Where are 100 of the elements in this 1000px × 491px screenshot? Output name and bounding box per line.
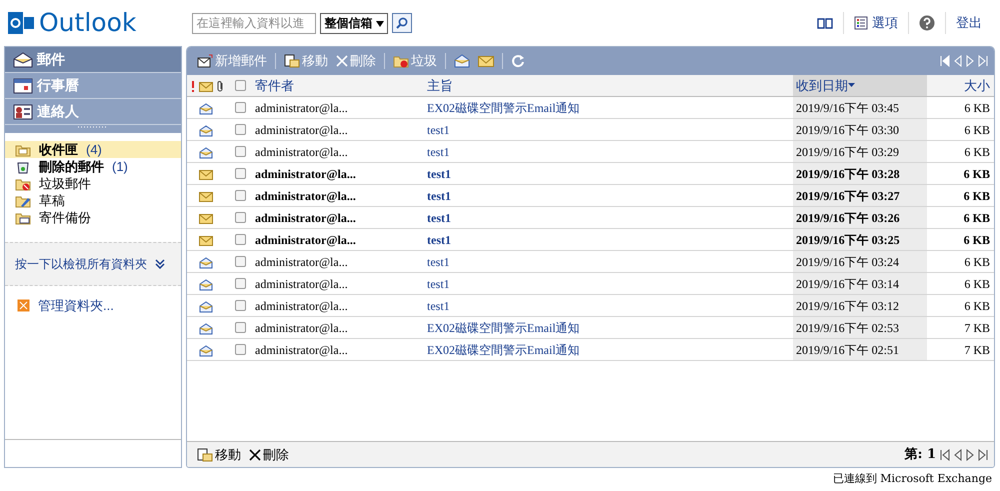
size-cell-text: 6 KB	[963, 100, 991, 116]
column-header[interactable]: 收到日期	[793, 75, 927, 96]
size-cell-text: 6 KB	[962, 188, 991, 204]
row-checkbox[interactable]	[235, 322, 246, 333]
date-cell: 2019/9/16下午 03:28	[793, 163, 927, 184]
subject-link[interactable]: test1	[427, 252, 793, 270]
folder-item[interactable]: 收件匣 (4)	[5, 141, 181, 158]
subject-link[interactable]: test1	[427, 164, 793, 182]
column-header[interactable]: 主旨	[427, 76, 793, 96]
folder-item[interactable]: 垃圾郵件	[5, 175, 181, 192]
row-checkbox[interactable]	[235, 256, 246, 267]
subject-link[interactable]: test1	[427, 296, 793, 314]
sender-cell-text: administrator@la...	[255, 254, 349, 270]
column-header[interactable]: 大小	[927, 76, 994, 96]
select-all-checkbox[interactable]	[235, 80, 246, 91]
search-button[interactable]	[392, 13, 412, 33]
size-cell-text: 6 KB	[962, 232, 991, 248]
date-cell: 2019/9/16下午 03:30	[793, 119, 927, 140]
page-number: 第: 1	[904, 446, 936, 464]
size-cell-text: 6 KB	[963, 254, 991, 270]
envelope-icon[interactable]	[478, 55, 494, 67]
first-page-icon	[940, 448, 950, 460]
double-chevron-icon	[155, 259, 165, 269]
row-checkbox[interactable]	[235, 278, 246, 289]
sign-out-link[interactable]: 登出	[945, 12, 992, 34]
row-checkbox[interactable]	[235, 344, 246, 355]
date-cell: 2019/9/16下午 02:51	[793, 339, 927, 360]
row-checkbox[interactable]	[235, 190, 246, 201]
subject-link[interactable]: test1	[427, 120, 793, 138]
toolbar-button[interactable]: 刪除	[245, 444, 293, 464]
row-checkbox[interactable]	[235, 212, 246, 223]
row-checkbox[interactable]	[235, 300, 246, 311]
sender-cell-text: administrator@la...	[255, 144, 349, 160]
calendar-icon	[13, 78, 33, 94]
previous-page-icon	[954, 55, 962, 67]
delete-icon	[249, 448, 261, 460]
dropdown-caret-icon	[376, 20, 384, 27]
envelope-icon	[13, 52, 33, 68]
sender-cell-text: administrator@la...	[255, 232, 357, 248]
sender-cell-text: administrator@la...	[255, 276, 349, 292]
new-mail-icon	[197, 54, 213, 68]
folder-item[interactable]: 刪除的郵件 (1)	[5, 158, 181, 175]
size-cell-text: 6 KB	[962, 210, 991, 226]
next-page-icon	[966, 55, 974, 67]
sent-folder-icon	[15, 210, 31, 224]
scope-dropdown[interactable]: 整個信箱	[320, 12, 388, 34]
junk-icon	[393, 54, 409, 68]
manage-folders-icon	[17, 299, 30, 312]
help-icon[interactable]	[919, 15, 935, 31]
last-page-icon	[978, 448, 988, 460]
sender-cell-text: administrator@la...	[255, 188, 357, 204]
importance-icon	[191, 80, 195, 92]
subject-link[interactable]: test1	[427, 274, 793, 292]
sender-cell-text: administrator@la...	[255, 298, 349, 314]
book-icon[interactable]	[817, 17, 833, 29]
subject-link[interactable]: test1	[427, 230, 793, 248]
subject-link[interactable]: EX02磁碟空間警示Email通知	[427, 340, 793, 358]
row-checkbox[interactable]	[235, 234, 246, 245]
date-cell: 2019/9/16下午 03:29	[793, 141, 927, 162]
first-page-icon	[940, 55, 950, 67]
nav-tab[interactable]: 郵件	[5, 47, 181, 73]
size-cell-text: 6 KB	[963, 298, 991, 314]
resize-grip-icon	[78, 125, 108, 129]
date-cell: 2019/9/16下午 03:25	[793, 229, 927, 250]
row-checkbox[interactable]	[235, 168, 246, 179]
subject-link[interactable]: test1	[427, 186, 793, 204]
subject-link[interactable]: test1	[427, 208, 793, 226]
contact-card-icon	[13, 104, 33, 120]
options-link[interactable]: 選項	[843, 12, 908, 34]
size-cell-text: 7 KB	[963, 342, 991, 358]
column-header[interactable]: 寄件者	[255, 76, 427, 96]
toolbar-button[interactable]: 移動	[193, 444, 245, 464]
date-cell: 2019/9/16下午 03:12	[793, 295, 927, 316]
subject-link[interactable]: EX02磁碟空間警示Email通知	[427, 98, 793, 116]
date-cell: 2019/9/16下午 03:45	[793, 97, 927, 118]
move-icon	[197, 448, 213, 462]
drafts-folder-icon	[15, 194, 31, 208]
refresh-icon[interactable]	[511, 54, 525, 68]
row-checkbox[interactable]	[235, 146, 246, 157]
sender-cell-text: administrator@la...	[255, 320, 349, 336]
status-text: 已連線到 Microsoft Exchange	[832, 471, 993, 487]
search-icon	[396, 17, 408, 29]
outlook-logo: Outlook	[8, 4, 136, 42]
folder-item[interactable]: 寄件備份	[5, 209, 181, 226]
last-page-icon	[978, 55, 988, 67]
date-cell: 2019/9/16下午 02:53	[793, 317, 927, 338]
size-cell-text: 6 KB	[963, 144, 991, 160]
search-field[interactable]: 在這裡輸入資料以進	[192, 12, 316, 34]
row-checkbox[interactable]	[235, 124, 246, 135]
subject-link[interactable]: test1	[427, 142, 793, 160]
row-checkbox[interactable]	[235, 102, 246, 113]
open-envelope-icon[interactable]	[454, 54, 470, 68]
size-cell-text: 6 KB	[963, 122, 991, 138]
subject-link[interactable]: EX02磁碟空間警示Email通知	[427, 318, 793, 336]
manage-folders-link[interactable]: 管理資料夾...	[38, 296, 114, 316]
sender-cell-text: administrator@la...	[255, 210, 357, 226]
size-cell-text: 6 KB	[963, 276, 991, 292]
previous-page-icon	[954, 448, 962, 460]
folder-item[interactable]: 草稿	[5, 192, 181, 209]
size-cell-text: 7 KB	[963, 320, 991, 336]
